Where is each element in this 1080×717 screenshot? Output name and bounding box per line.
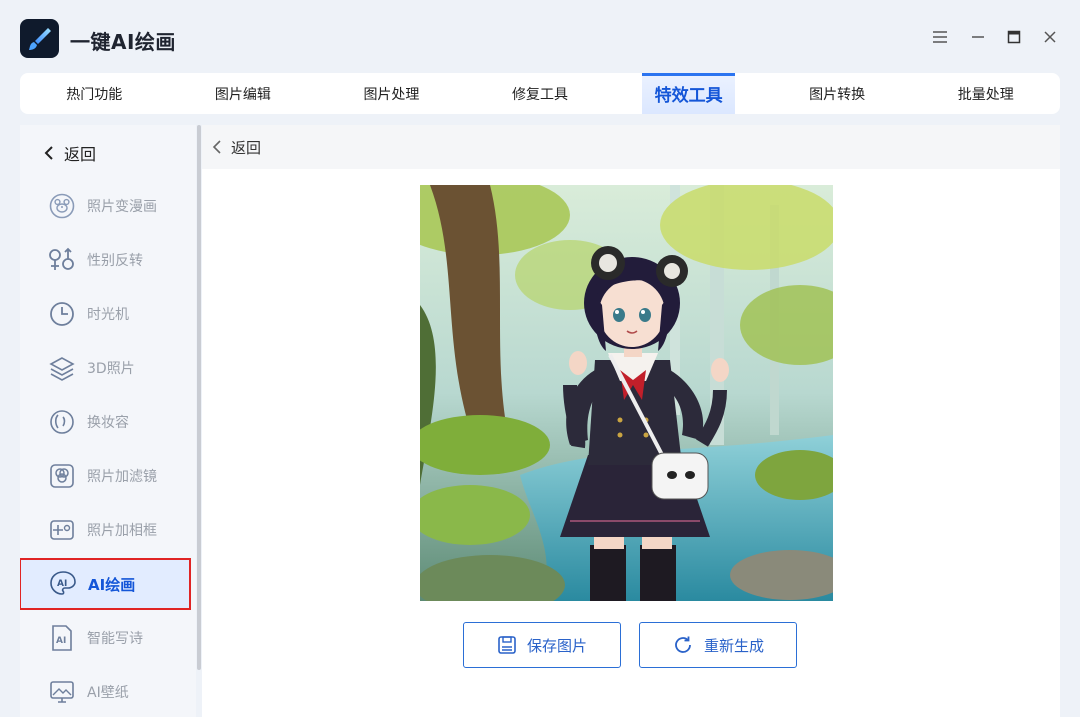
paintbrush-logo-icon: [20, 19, 59, 58]
menu-icon[interactable]: [929, 26, 951, 48]
sidebar-item-photo-to-cartoon[interactable]: 照片变漫画: [20, 182, 196, 230]
app-title: 一键AI绘画: [70, 30, 176, 54]
title-bar: 一键AI绘画: [0, 0, 1080, 72]
save-image-label: 保存图片: [526, 636, 587, 655]
maximize-icon[interactable]: [1003, 26, 1025, 48]
layers-icon: [48, 354, 76, 382]
sidebar-item-photo-frame[interactable]: 照片加相框: [20, 506, 196, 554]
sidebar-item-makeup[interactable]: 换妆容: [20, 398, 196, 446]
main-back-label: 返回: [231, 138, 262, 157]
chevron-left-icon: [212, 140, 221, 154]
tab-image-edit[interactable]: 图片编辑: [169, 73, 318, 114]
tab-repair-tools[interactable]: 修复工具: [466, 73, 615, 114]
svg-text:AI: AI: [56, 636, 66, 646]
sidebar-back-button[interactable]: 返回: [42, 141, 96, 165]
close-icon[interactable]: [1039, 26, 1061, 48]
svg-text:AI: AI: [57, 579, 67, 589]
sidebar-scrollbar[interactable]: [197, 125, 201, 670]
save-icon: [497, 635, 517, 655]
sidebar-item-3d-photo[interactable]: 3D照片: [20, 344, 196, 392]
filter-circles-icon: [48, 462, 76, 490]
sidebar-item-photo-filter[interactable]: 照片加滤镜: [20, 452, 196, 500]
sidebar-item-ai-wallpaper[interactable]: AI壁纸: [20, 668, 196, 716]
sidebar: 返回 照片变漫画 性别反转 时光机 3D照片 换妆容 照片加滤镜 照片加相框 A…: [20, 125, 196, 717]
wallpaper-icon: [48, 678, 76, 706]
face-profile-icon: [48, 408, 76, 436]
frame-plus-icon: [48, 516, 76, 544]
feature-tab-bar: 热门功能 图片编辑 图片处理 修复工具 特效工具 图片转换 批量处理: [20, 73, 1060, 114]
main-back-button[interactable]: 返回: [202, 125, 1060, 169]
clock-icon: [48, 300, 76, 328]
chevron-left-icon: [44, 146, 53, 160]
gender-swap-icon: [48, 246, 76, 274]
tab-effect-tools[interactable]: 特效工具: [614, 73, 763, 114]
sidebar-back-label: 返回: [64, 145, 97, 164]
sidebar-item-ai-painting[interactable]: AI AI绘画: [20, 558, 191, 610]
tab-hot-features[interactable]: 热门功能: [20, 73, 169, 114]
sidebar-item-time-machine[interactable]: 时光机: [20, 290, 196, 338]
refresh-icon: [672, 634, 694, 656]
ai-document-icon: AI: [48, 624, 76, 652]
minimize-icon[interactable]: [967, 26, 989, 48]
bear-face-icon: [48, 192, 76, 220]
save-image-button[interactable]: 保存图片: [463, 622, 621, 668]
generated-image-preview: [420, 185, 833, 601]
main-panel: 返回 保存图片 重新生成: [202, 125, 1060, 717]
regenerate-label: 重新生成: [703, 636, 764, 655]
sidebar-item-smart-poem[interactable]: AI 智能写诗: [20, 614, 196, 662]
sidebar-item-gender-swap[interactable]: 性别反转: [20, 236, 196, 284]
tab-image-convert[interactable]: 图片转换: [763, 73, 912, 114]
tab-image-process[interactable]: 图片处理: [317, 73, 466, 114]
tab-batch-process[interactable]: 批量处理: [911, 73, 1060, 114]
ai-palette-icon: AI: [49, 570, 77, 598]
regenerate-button[interactable]: 重新生成: [639, 622, 797, 668]
